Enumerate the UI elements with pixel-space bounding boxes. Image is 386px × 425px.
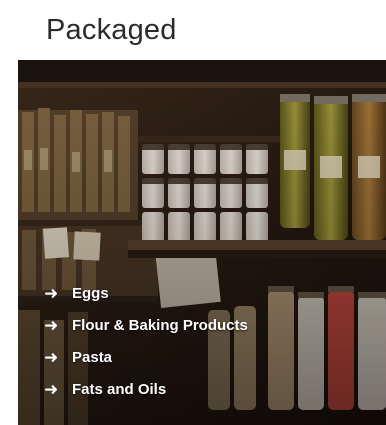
category-link-label: Eggs: [72, 284, 109, 302]
arrow-right-icon: ➜: [44, 347, 59, 367]
category-card: Packaged ➜ Eggs ➜ Flour & Baking Product…: [0, 0, 386, 425]
category-link-flour-baking[interactable]: ➜ Flour & Baking Products: [44, 309, 374, 341]
category-link-pasta[interactable]: ➜ Pasta: [44, 341, 374, 373]
section-title: Packaged: [46, 14, 177, 46]
category-link-label: Fats and Oils: [72, 380, 167, 398]
category-link-label: Flour & Baking Products: [72, 316, 248, 334]
category-link-list: ➜ Eggs ➜ Flour & Baking Products ➜ Pasta…: [44, 277, 374, 405]
category-link-fats-oils[interactable]: ➜ Fats and Oils: [44, 373, 374, 405]
arrow-right-icon: ➜: [44, 379, 59, 399]
arrow-right-icon: ➜: [44, 315, 59, 335]
category-link-eggs[interactable]: ➜ Eggs: [44, 277, 374, 309]
section-title-banner: Packaged: [0, 0, 336, 60]
arrow-right-icon: ➜: [44, 283, 59, 303]
category-link-label: Pasta: [72, 348, 113, 366]
